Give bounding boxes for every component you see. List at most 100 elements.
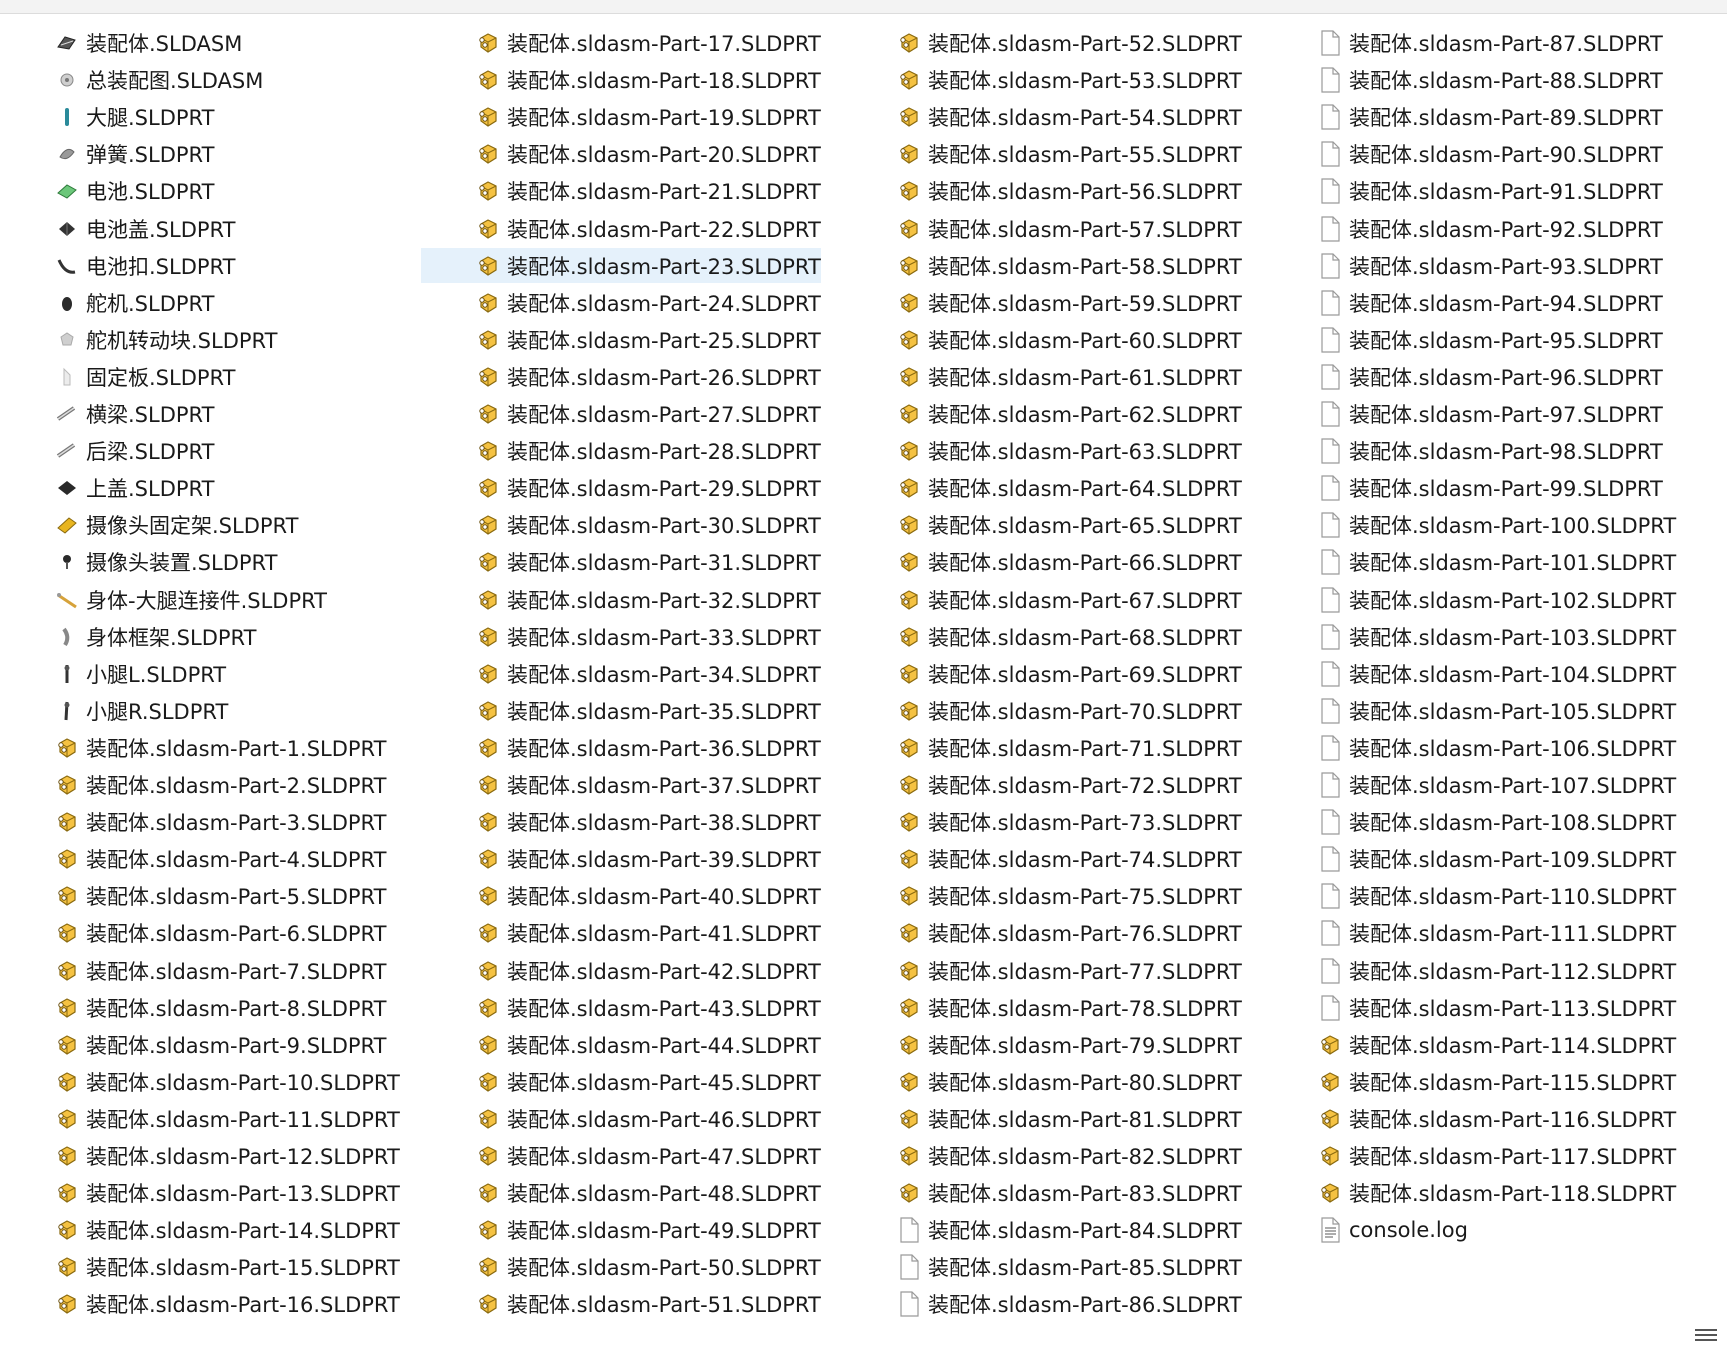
file-item[interactable]: 装配体.sldasm-Part-36.SLDPRT	[421, 730, 821, 765]
file-item[interactable]: 装配体.sldasm-Part-9.SLDPRT	[0, 1027, 400, 1062]
file-item[interactable]: 装配体.sldasm-Part-41.SLDPRT	[421, 915, 821, 950]
file-item[interactable]: 装配体.sldasm-Part-56.SLDPRT	[842, 173, 1242, 208]
file-item[interactable]: 装配体.sldasm-Part-3.SLDPRT	[0, 804, 400, 839]
file-item[interactable]: 身体-大腿连接件.SLDPRT	[0, 582, 400, 617]
file-item[interactable]: 装配体.sldasm-Part-43.SLDPRT	[421, 990, 821, 1025]
file-item[interactable]: 装配体.sldasm-Part-31.SLDPRT	[421, 544, 821, 579]
file-item[interactable]: 装配体.sldasm-Part-40.SLDPRT	[421, 878, 821, 913]
file-item[interactable]: 装配体.sldasm-Part-49.SLDPRT	[421, 1212, 821, 1247]
file-item[interactable]: 装配体.sldasm-Part-23.SLDPRT	[421, 248, 821, 283]
file-item[interactable]: 装配体.sldasm-Part-11.SLDPRT	[0, 1101, 400, 1136]
file-item[interactable]: 装配体.sldasm-Part-38.SLDPRT	[421, 804, 821, 839]
file-item[interactable]: 装配体.sldasm-Part-52.SLDPRT	[842, 25, 1242, 60]
file-item[interactable]: 装配体.sldasm-Part-115.SLDPRT	[1263, 1064, 1676, 1099]
file-item[interactable]: 后梁.SLDPRT	[0, 433, 400, 468]
file-item[interactable]: 装配体.sldasm-Part-37.SLDPRT	[421, 767, 821, 802]
file-item[interactable]: 装配体.sldasm-Part-4.SLDPRT	[0, 841, 400, 876]
file-item[interactable]: 装配体.sldasm-Part-90.SLDPRT	[1263, 136, 1663, 171]
file-item[interactable]: 装配体.sldasm-Part-95.SLDPRT	[1263, 322, 1663, 357]
file-item[interactable]: 小腿L.SLDPRT	[0, 656, 400, 691]
file-item[interactable]: 装配体.sldasm-Part-81.SLDPRT	[842, 1101, 1242, 1136]
file-item[interactable]: 装配体.sldasm-Part-34.SLDPRT	[421, 656, 821, 691]
file-item[interactable]: 装配体.sldasm-Part-26.SLDPRT	[421, 359, 821, 394]
file-item[interactable]: 装配体.sldasm-Part-14.SLDPRT	[0, 1212, 400, 1247]
file-item[interactable]: 装配体.sldasm-Part-15.SLDPRT	[0, 1249, 400, 1284]
file-item[interactable]: 装配体.sldasm-Part-72.SLDPRT	[842, 767, 1242, 802]
file-item[interactable]: 装配体.sldasm-Part-27.SLDPRT	[421, 396, 821, 431]
file-item[interactable]: 装配体.sldasm-Part-86.SLDPRT	[842, 1286, 1242, 1321]
file-item[interactable]: 装配体.sldasm-Part-112.SLDPRT	[1263, 953, 1676, 988]
file-item[interactable]: 装配体.sldasm-Part-75.SLDPRT	[842, 878, 1242, 913]
file-item[interactable]: 身体框架.SLDPRT	[0, 619, 400, 654]
file-item[interactable]: 装配体.sldasm-Part-33.SLDPRT	[421, 619, 821, 654]
file-item[interactable]: 装配体.sldasm-Part-42.SLDPRT	[421, 953, 821, 988]
file-item[interactable]: 装配体.sldasm-Part-107.SLDPRT	[1263, 767, 1676, 802]
file-item[interactable]: 装配体.sldasm-Part-83.SLDPRT	[842, 1175, 1242, 1210]
file-item[interactable]: 装配体.sldasm-Part-116.SLDPRT	[1263, 1101, 1676, 1136]
file-item[interactable]: 装配体.sldasm-Part-21.SLDPRT	[421, 173, 821, 208]
file-item[interactable]: 装配体.sldasm-Part-100.SLDPRT	[1263, 507, 1676, 542]
file-item[interactable]: 装配体.sldasm-Part-67.SLDPRT	[842, 582, 1242, 617]
file-item[interactable]: 上盖.SLDPRT	[0, 470, 400, 505]
file-item[interactable]: 装配体.sldasm-Part-35.SLDPRT	[421, 693, 821, 728]
file-item[interactable]: 装配体.sldasm-Part-59.SLDPRT	[842, 285, 1242, 320]
file-item[interactable]: 装配体.sldasm-Part-58.SLDPRT	[842, 248, 1242, 283]
file-item[interactable]: 装配体.sldasm-Part-17.SLDPRT	[421, 25, 821, 60]
file-item[interactable]: 装配体.sldasm-Part-101.SLDPRT	[1263, 544, 1676, 579]
file-item[interactable]: 装配体.sldasm-Part-113.SLDPRT	[1263, 990, 1676, 1025]
file-item[interactable]: 装配体.sldasm-Part-80.SLDPRT	[842, 1064, 1242, 1099]
file-item[interactable]: 装配体.sldasm-Part-47.SLDPRT	[421, 1138, 821, 1173]
file-item[interactable]: 装配体.sldasm-Part-45.SLDPRT	[421, 1064, 821, 1099]
file-item[interactable]: 装配体.sldasm-Part-66.SLDPRT	[842, 544, 1242, 579]
file-item[interactable]: 装配体.sldasm-Part-5.SLDPRT	[0, 878, 400, 913]
file-item[interactable]: 装配体.sldasm-Part-57.SLDPRT	[842, 211, 1242, 246]
file-item[interactable]: 装配体.sldasm-Part-110.SLDPRT	[1263, 878, 1676, 913]
file-item[interactable]: 电池.SLDPRT	[0, 173, 400, 208]
file-item[interactable]: 装配体.sldasm-Part-82.SLDPRT	[842, 1138, 1242, 1173]
file-item[interactable]: 装配体.sldasm-Part-84.SLDPRT	[842, 1212, 1242, 1247]
file-item[interactable]: 装配体.sldasm-Part-77.SLDPRT	[842, 953, 1242, 988]
file-item[interactable]: 装配体.sldasm-Part-64.SLDPRT	[842, 470, 1242, 505]
file-item[interactable]: 小腿R.SLDPRT	[0, 693, 400, 728]
file-item[interactable]: 装配体.sldasm-Part-93.SLDPRT	[1263, 248, 1663, 283]
file-item[interactable]: 弹簧.SLDPRT	[0, 136, 400, 171]
file-item[interactable]: 横梁.SLDPRT	[0, 396, 400, 431]
file-item[interactable]: 装配体.sldasm-Part-32.SLDPRT	[421, 582, 821, 617]
file-item[interactable]: 装配体.sldasm-Part-13.SLDPRT	[0, 1175, 400, 1210]
file-item[interactable]: 装配体.sldasm-Part-68.SLDPRT	[842, 619, 1242, 654]
file-item[interactable]: 装配体.sldasm-Part-103.SLDPRT	[1263, 619, 1676, 654]
file-item[interactable]: 装配体.sldasm-Part-39.SLDPRT	[421, 841, 821, 876]
file-item[interactable]: console.log	[1263, 1212, 1663, 1247]
file-item[interactable]: 装配体.sldasm-Part-98.SLDPRT	[1263, 433, 1663, 468]
file-item[interactable]: 装配体.sldasm-Part-88.SLDPRT	[1263, 62, 1663, 97]
file-item[interactable]: 装配体.sldasm-Part-48.SLDPRT	[421, 1175, 821, 1210]
file-item[interactable]: 装配体.sldasm-Part-22.SLDPRT	[421, 211, 821, 246]
file-item[interactable]: 电池盖.SLDPRT	[0, 211, 400, 246]
file-item[interactable]: 装配体.sldasm-Part-20.SLDPRT	[421, 136, 821, 171]
file-item[interactable]: 装配体.sldasm-Part-60.SLDPRT	[842, 322, 1242, 357]
file-item[interactable]: 装配体.sldasm-Part-73.SLDPRT	[842, 804, 1242, 839]
file-item[interactable]: 装配体.sldasm-Part-24.SLDPRT	[421, 285, 821, 320]
file-item[interactable]: 装配体.sldasm-Part-105.SLDPRT	[1263, 693, 1676, 728]
file-item[interactable]: 装配体.sldasm-Part-19.SLDPRT	[421, 99, 821, 134]
file-item[interactable]: 总装配图.SLDASM	[0, 62, 400, 97]
file-item[interactable]: 装配体.sldasm-Part-6.SLDPRT	[0, 915, 400, 950]
file-item[interactable]: 装配体.sldasm-Part-70.SLDPRT	[842, 693, 1242, 728]
file-item[interactable]: 装配体.sldasm-Part-91.SLDPRT	[1263, 173, 1663, 208]
file-item[interactable]: 装配体.sldasm-Part-51.SLDPRT	[421, 1286, 821, 1321]
file-item[interactable]: 装配体.sldasm-Part-7.SLDPRT	[0, 953, 400, 988]
file-item[interactable]: 装配体.sldasm-Part-65.SLDPRT	[842, 507, 1242, 542]
file-item[interactable]: 装配体.sldasm-Part-69.SLDPRT	[842, 656, 1242, 691]
file-item[interactable]: 舵机.SLDPRT	[0, 285, 400, 320]
file-item[interactable]: 装配体.sldasm-Part-44.SLDPRT	[421, 1027, 821, 1062]
file-item[interactable]: 装配体.sldasm-Part-106.SLDPRT	[1263, 730, 1676, 765]
file-item[interactable]: 装配体.sldasm-Part-54.SLDPRT	[842, 99, 1242, 134]
file-item[interactable]: 装配体.sldasm-Part-118.SLDPRT	[1263, 1175, 1676, 1210]
file-item[interactable]: 装配体.sldasm-Part-108.SLDPRT	[1263, 804, 1676, 839]
file-item[interactable]: 装配体.sldasm-Part-30.SLDPRT	[421, 507, 821, 542]
file-item[interactable]: 装配体.sldasm-Part-50.SLDPRT	[421, 1249, 821, 1284]
file-item[interactable]: 装配体.sldasm-Part-94.SLDPRT	[1263, 285, 1663, 320]
file-item[interactable]: 装配体.sldasm-Part-109.SLDPRT	[1263, 841, 1676, 876]
file-item[interactable]: 装配体.sldasm-Part-114.SLDPRT	[1263, 1027, 1676, 1062]
file-item[interactable]: 装配体.sldasm-Part-53.SLDPRT	[842, 62, 1242, 97]
